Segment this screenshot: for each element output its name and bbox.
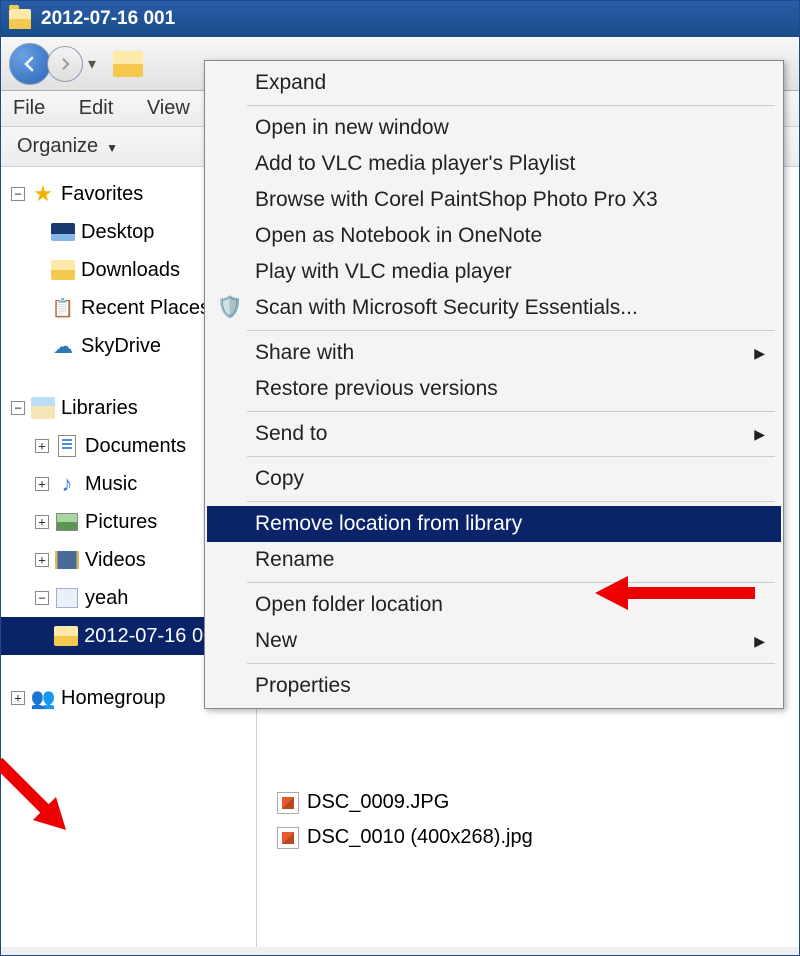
homegroup-label: Homegroup [61, 687, 166, 710]
titlebar[interactable]: 2012-07-16 001 [1, 1, 799, 37]
menu-rename[interactable]: Rename [207, 542, 781, 578]
image-file-icon [277, 827, 299, 849]
libraries-label: Libraries [61, 397, 138, 420]
window-title: 2012-07-16 001 [41, 8, 175, 30]
menu-separator [247, 663, 775, 664]
menu-properties[interactable]: Properties [207, 668, 781, 704]
menu-browse-corel[interactable]: Browse with Corel PaintShop Photo Pro X3 [207, 182, 781, 218]
menu-new[interactable]: New▶ [207, 623, 781, 659]
menu-share-with[interactable]: Share with▶ [207, 335, 781, 371]
folder-icon [51, 260, 75, 280]
menu-separator [247, 330, 775, 331]
expand-icon[interactable]: + [11, 691, 25, 705]
star-icon: ★ [31, 183, 55, 205]
menu-remove-location[interactable]: Remove location from library [207, 506, 781, 542]
submenu-arrow-icon: ▶ [754, 633, 765, 650]
menu-view[interactable]: View [147, 97, 190, 119]
folder-icon [54, 626, 78, 646]
image-file-icon [277, 792, 299, 814]
nav-history-dropdown[interactable]: ▾ [83, 46, 101, 82]
menu-open-new-window[interactable]: Open in new window [207, 110, 781, 146]
cloud-icon: ☁ [51, 335, 75, 357]
menu-copy[interactable]: Copy [207, 461, 781, 497]
menu-scan-mse[interactable]: 🛡️ Scan with Microsoft Security Essentia… [207, 290, 781, 326]
back-button[interactable] [9, 43, 51, 85]
menu-play-vlc[interactable]: Play with VLC media player [207, 254, 781, 290]
library-icon [56, 588, 78, 608]
menu-separator [247, 582, 775, 583]
breadcrumb-folder-icon[interactable] [113, 51, 143, 77]
menu-separator [247, 105, 775, 106]
recent-icon: 📋 [51, 297, 75, 319]
file-name: DSC_0009.JPG [307, 791, 449, 814]
expand-icon[interactable]: + [35, 515, 49, 529]
file-item[interactable]: DSC_0009.JPG [277, 785, 779, 820]
menu-open-folder-location[interactable]: Open folder location [207, 587, 781, 623]
chevron-down-icon: ▼ [106, 141, 118, 155]
document-icon [58, 435, 76, 457]
forward-button[interactable] [47, 46, 83, 82]
collapse-icon[interactable]: − [35, 591, 49, 605]
folder-icon [9, 9, 31, 29]
file-name: DSC_0010 (400x268).jpg [307, 826, 533, 849]
menu-edit[interactable]: Edit [79, 97, 113, 119]
desktop-icon [51, 223, 75, 241]
shield-icon: 🛡️ [219, 297, 241, 319]
expand-icon[interactable]: + [35, 477, 49, 491]
videos-icon [55, 551, 79, 569]
collapse-icon[interactable]: − [11, 401, 25, 415]
context-menu: Expand Open in new window Add to VLC med… [204, 60, 784, 709]
organize-button[interactable]: Organize▼ [17, 135, 118, 157]
homegroup-icon: 👥 [31, 687, 55, 709]
menu-separator [247, 501, 775, 502]
menu-file[interactable]: File [13, 97, 45, 119]
favorites-label: Favorites [61, 183, 143, 206]
menu-restore-versions[interactable]: Restore previous versions [207, 371, 781, 407]
menu-open-onenote[interactable]: Open as Notebook in OneNote [207, 218, 781, 254]
menu-send-to[interactable]: Send to▶ [207, 416, 781, 452]
file-item[interactable]: DSC_0010 (400x268).jpg [277, 820, 779, 855]
menu-separator [247, 411, 775, 412]
collapse-icon[interactable]: − [11, 187, 25, 201]
menu-add-vlc-playlist[interactable]: Add to VLC media player's Playlist [207, 146, 781, 182]
menu-expand[interactable]: Expand [207, 65, 781, 101]
expand-icon[interactable]: + [35, 553, 49, 567]
menu-separator [247, 456, 775, 457]
expand-icon[interactable]: + [35, 439, 49, 453]
libraries-icon [31, 397, 55, 419]
submenu-arrow-icon: ▶ [754, 426, 765, 443]
pictures-icon [56, 513, 78, 531]
submenu-arrow-icon: ▶ [754, 345, 765, 362]
music-icon: ♪ [55, 473, 79, 495]
